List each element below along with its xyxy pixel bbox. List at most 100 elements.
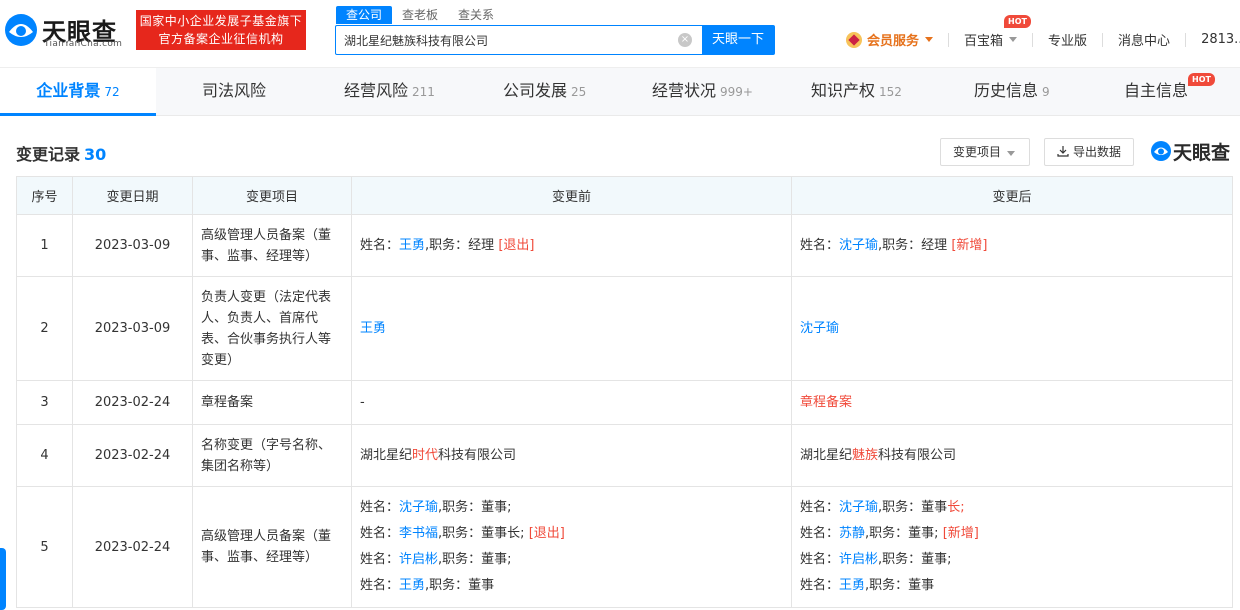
tab-company-background[interactable]: 企业背景 72 bbox=[0, 68, 156, 116]
cell-before: 湖北星纪时代科技有限公司 bbox=[351, 424, 792, 487]
tianyancha-logo[interactable]: 天眼查 TianYanCha.com bbox=[0, 8, 128, 52]
tab-count: 25 bbox=[571, 85, 587, 99]
tab-self-info[interactable]: 自主信息 bbox=[1124, 68, 1188, 116]
tianyancha-watermark: 天眼查 bbox=[1150, 138, 1230, 164]
tab-business-status[interactable]: 经营状况 999+ bbox=[652, 68, 753, 116]
vip-crown-icon bbox=[846, 31, 862, 48]
tab-intellectual-property[interactable]: 知识产权 152 bbox=[811, 68, 902, 116]
person-link[interactable]: 苏静 bbox=[839, 526, 865, 541]
person-link[interactable]: 许启彬 bbox=[399, 552, 438, 567]
value: 董事 bbox=[921, 500, 948, 515]
cell-before: 姓名：沈子瑜,职务：董事; 姓名：李书福,职务：董事长; [退出] 姓名：许启彬… bbox=[351, 486, 792, 608]
label: ,职务： bbox=[438, 526, 482, 541]
user-account-menu[interactable]: 2813... bbox=[1201, 32, 1240, 47]
label: ,职务： bbox=[878, 500, 922, 515]
pro-version-link[interactable]: 专业版 bbox=[1048, 30, 1087, 49]
label: ,职务： bbox=[425, 578, 469, 593]
person-link[interactable]: 沈子瑜 bbox=[839, 238, 878, 253]
add-flag: [新增] bbox=[951, 238, 988, 253]
person-link[interactable]: 李书福 bbox=[399, 526, 438, 541]
cell-date: 2023-02-24 bbox=[72, 486, 193, 608]
label: 姓名： bbox=[360, 578, 400, 593]
tab-judicial-risk[interactable]: 司法风险 bbox=[202, 68, 266, 116]
name-part: 科技有限公司 bbox=[438, 448, 517, 463]
exit-flag: [退出] bbox=[528, 526, 565, 541]
cell-after: 姓名：沈子瑜,职务：经理 [新增] bbox=[791, 214, 1233, 277]
floating-side-tab[interactable] bbox=[0, 548, 6, 610]
search-button[interactable]: 天眼一下 bbox=[702, 26, 774, 54]
person-link[interactable]: 王勇 bbox=[399, 238, 425, 253]
value: 董事; bbox=[921, 552, 952, 567]
tab-count: 9 bbox=[1042, 85, 1050, 99]
label: ,职务： bbox=[438, 552, 482, 567]
value: 董事; bbox=[908, 526, 939, 541]
person-link[interactable]: 沈子瑜 bbox=[399, 500, 438, 515]
person-line: 姓名：王勇,职务：董事 bbox=[800, 573, 1224, 599]
chevron-down-icon bbox=[1009, 37, 1018, 42]
name-part: 湖北星纪 bbox=[360, 448, 413, 463]
cell-no: 5 bbox=[16, 486, 73, 608]
cell-after: 沈子瑜 bbox=[791, 276, 1233, 381]
vip-service-menu[interactable]: 会员服务 bbox=[846, 30, 934, 49]
search-tab-company[interactable]: 查公司 bbox=[336, 6, 393, 24]
cell-item: 名称变更（字号名称、集团名称等） bbox=[192, 424, 352, 487]
label: 姓名： bbox=[360, 552, 400, 567]
tab-label: 历史信息 bbox=[974, 81, 1039, 100]
tab-label: 公司发展 bbox=[503, 81, 568, 100]
export-data-button[interactable]: 导出数据 bbox=[1044, 138, 1134, 166]
label: ,职务： bbox=[865, 526, 909, 541]
chevron-down-icon bbox=[1007, 151, 1016, 156]
table-row: 4 2023-02-24 名称变更（字号名称、集团名称等） 湖北星纪时代科技有限… bbox=[16, 424, 1233, 487]
cell-no: 3 bbox=[16, 380, 73, 425]
tab-count: 152 bbox=[879, 85, 902, 99]
tab-label: 司法风险 bbox=[202, 81, 267, 100]
change-item-filter[interactable]: 变更项目 bbox=[940, 138, 1030, 166]
cell-before: - bbox=[351, 380, 792, 425]
baobao-menu[interactable]: 百宝箱 HOT bbox=[964, 15, 1031, 49]
cell-item: 高级管理人员备案（董事、监事、经理等） bbox=[192, 486, 352, 608]
value: 董事 bbox=[908, 578, 935, 593]
label: ,职务： bbox=[878, 238, 922, 253]
clear-icon[interactable]: × bbox=[678, 33, 692, 47]
cell-after: 章程备案 bbox=[791, 380, 1233, 425]
chevron-down-icon bbox=[925, 37, 934, 42]
col-header-after: 变更后 bbox=[791, 176, 1233, 215]
section-title-label: 变更记录 bbox=[16, 145, 81, 164]
tab-company-development[interactable]: 公司发展 25 bbox=[503, 68, 586, 116]
hot-badge: HOT bbox=[1004, 15, 1031, 28]
label: 姓名： bbox=[800, 552, 840, 567]
right-nav: 会员服务 百宝箱 HOT 专业版 消息中心 2813... bbox=[846, 15, 1240, 49]
col-header-no: 序号 bbox=[16, 176, 73, 215]
value: 董事; bbox=[481, 552, 512, 567]
slogan-line1: 国家中小企业发展子基金旗下 bbox=[139, 14, 303, 28]
person-link[interactable]: 王勇 bbox=[839, 578, 865, 593]
person-line: 姓名：沈子瑜,职务：董事; bbox=[360, 495, 783, 521]
person-link[interactable]: 王勇 bbox=[360, 321, 386, 336]
tab-operation-risk[interactable]: 经营风险 211 bbox=[344, 68, 435, 116]
name-part: 科技有限公司 bbox=[878, 448, 957, 463]
person-link[interactable]: 王勇 bbox=[399, 578, 425, 593]
label: 姓名： bbox=[800, 526, 840, 541]
table-row: 5 2023-02-24 高级管理人员备案（董事、监事、经理等） 姓名：沈子瑜,… bbox=[16, 486, 1233, 608]
message-center-link[interactable]: 消息中心 bbox=[1118, 30, 1170, 49]
person-link[interactable]: 沈子瑜 bbox=[839, 500, 878, 515]
person-link[interactable]: 许启彬 bbox=[839, 552, 878, 567]
cell-item: 负责人变更（法定代表人、负责人、首席代表、合伙事务执行人等变更） bbox=[192, 276, 352, 381]
person-link[interactable]: 沈子瑜 bbox=[800, 321, 839, 336]
divider bbox=[948, 32, 950, 47]
add-flag: [新增] bbox=[942, 526, 979, 541]
person-line: 姓名：许启彬,职务：董事; bbox=[360, 547, 783, 573]
label: 姓名： bbox=[800, 500, 840, 515]
tab-count: 211 bbox=[412, 85, 435, 99]
section-count: 30 bbox=[84, 145, 107, 164]
tab-label: 经营状况 bbox=[652, 81, 717, 100]
search-tab-boss[interactable]: 查老板 bbox=[392, 6, 448, 24]
search-tab-relation[interactable]: 查关系 bbox=[448, 6, 504, 24]
search-input[interactable] bbox=[336, 26, 701, 54]
label: 姓名： bbox=[360, 500, 400, 515]
change-record-table: 序号 变更日期 变更项目 变更前 变更后 1 2023-03-09 高级管理人员… bbox=[16, 176, 1233, 608]
tab-history-info[interactable]: 历史信息 9 bbox=[974, 68, 1050, 116]
value: 经理 bbox=[468, 238, 495, 253]
label: 姓名： bbox=[800, 238, 840, 253]
slogan-line2: 官方备案企业征信机构 bbox=[158, 32, 284, 46]
